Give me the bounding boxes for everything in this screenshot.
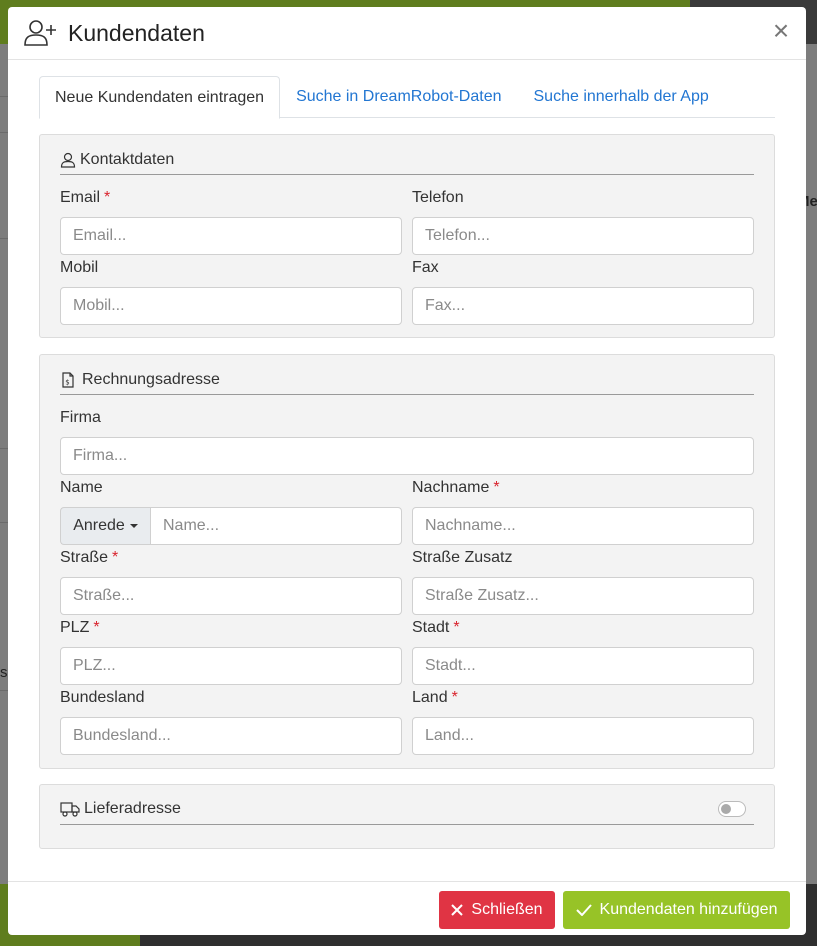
svg-text:$: $: [65, 378, 69, 386]
strasse-zusatz-input[interactable]: [412, 577, 754, 615]
billing-panel-title: Rechnungsadresse: [82, 370, 220, 388]
modal-header: Kundendaten ×: [8, 7, 806, 60]
plz-label: PLZ *: [60, 619, 100, 636]
plz-input[interactable]: [60, 647, 402, 685]
strasse-label: Straße *: [60, 549, 119, 566]
background-divider: [0, 522, 8, 523]
close-button[interactable]: Schließen: [439, 891, 555, 929]
name-label: Name: [60, 479, 103, 496]
background-divider: [0, 690, 8, 691]
check-icon: [575, 904, 592, 916]
tab-search-dreamrobot[interactable]: Suche in DreamRobot-Daten: [280, 76, 517, 118]
delivery-panel-header: Lieferadresse: [60, 793, 754, 825]
tab-search-app[interactable]: Suche innerhalb der App: [518, 76, 725, 118]
add-customer-button[interactable]: Kundendaten hinzufügen: [563, 891, 790, 929]
truck-icon: [60, 801, 80, 817]
modal-footer: Schließen Kundendaten hinzufügen: [8, 881, 806, 935]
close-icon[interactable]: ×: [770, 17, 792, 45]
close-button-label: Schließen: [471, 901, 543, 918]
stadt-label: Stadt *: [412, 619, 460, 636]
background-divider: [0, 238, 8, 239]
delivery-panel: Lieferadresse: [39, 784, 775, 849]
firma-input[interactable]: [60, 437, 754, 475]
contact-panel-title: Kontaktdaten: [80, 150, 175, 168]
nachname-label: Nachname *: [412, 479, 500, 496]
contact-panel-header: Kontaktdaten: [60, 145, 754, 175]
billing-panel-header: $ Rechnungsadresse: [60, 365, 754, 395]
background-divider: [0, 96, 8, 97]
bundesland-label: Bundesland: [60, 689, 145, 706]
fax-label: Fax: [412, 259, 439, 276]
mobil-label: Mobil: [60, 259, 99, 276]
land-label: Land *: [412, 689, 458, 706]
name-input[interactable]: [150, 507, 402, 545]
delivery-address-toggle[interactable]: [718, 801, 746, 817]
contact-panel: Kontaktdaten Email* Telefon Mobil Fax: [39, 134, 775, 338]
add-customer-button-label: Kundendaten hinzufügen: [599, 901, 778, 918]
user-icon: [60, 152, 76, 168]
telefon-input[interactable]: [412, 217, 754, 255]
strasse-zusatz-label: Straße Zusatz: [412, 549, 513, 566]
mobil-input[interactable]: [60, 287, 402, 325]
background-text: s: [0, 664, 8, 681]
bundesland-input[interactable]: [60, 717, 402, 755]
nachname-input[interactable]: [412, 507, 754, 545]
salutation-dropdown[interactable]: Anrede: [60, 507, 150, 545]
strasse-input[interactable]: [60, 577, 402, 615]
invoice-icon: $: [62, 371, 74, 388]
x-icon: [451, 904, 464, 916]
telefon-label: Telefon: [412, 189, 464, 206]
billing-panel: $ Rechnungsadresse Firma Name Anrede Nac…: [39, 354, 775, 769]
modal-body: Neue Kundendaten eintragen Suche in Drea…: [39, 76, 775, 849]
tab-bar: Neue Kundendaten eintragen Suche in Drea…: [39, 76, 775, 119]
firma-label: Firma: [60, 409, 101, 426]
fax-input[interactable]: [412, 287, 754, 325]
user-plus-icon: [24, 20, 56, 46]
tab-new-customer[interactable]: Neue Kundendaten eintragen: [39, 76, 281, 119]
land-input[interactable]: [412, 717, 754, 755]
email-label: Email *: [60, 189, 111, 206]
background-divider: [0, 448, 8, 449]
customer-data-modal: Kundendaten × Neue Kundendaten eintragen…: [8, 7, 806, 935]
modal-title: Kundendaten: [68, 19, 205, 46]
email-input[interactable]: [60, 217, 402, 255]
background-divider: [0, 132, 8, 133]
toggle-knob: [721, 804, 731, 814]
caret-down-icon: [129, 524, 138, 528]
stadt-input[interactable]: [412, 647, 754, 685]
delivery-panel-title: Lieferadresse: [84, 799, 181, 817]
